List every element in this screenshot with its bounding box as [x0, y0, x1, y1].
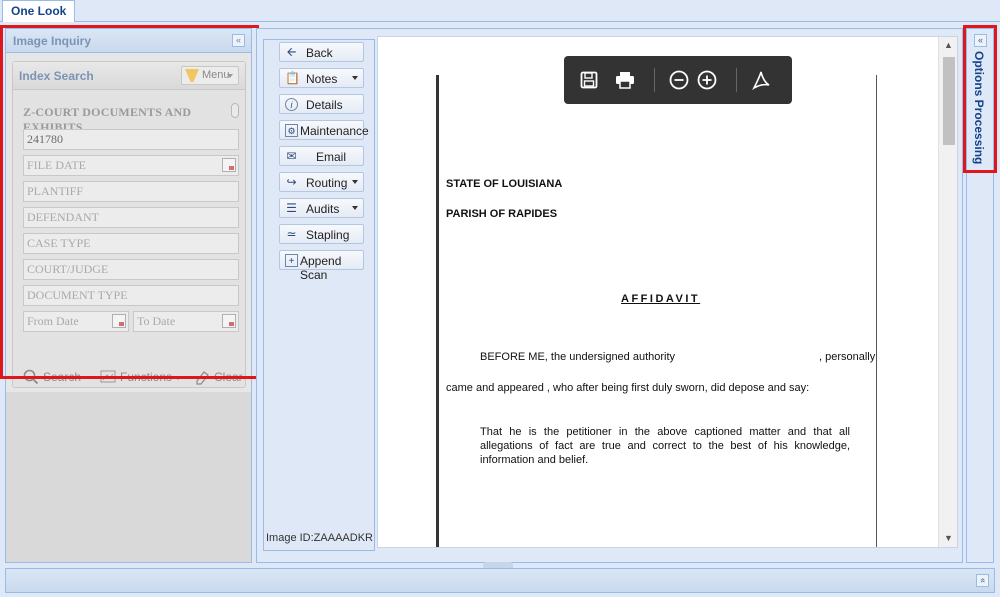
append-scan-icon: + [285, 254, 298, 267]
search-label: Search [43, 370, 82, 384]
toolbar-separator [654, 68, 655, 92]
funnel-icon [185, 69, 199, 82]
to-date-field[interactable]: To Date [133, 311, 239, 332]
audits-label: Audits [306, 202, 340, 216]
back-arrow-icon: 🡨 [286, 45, 297, 59]
email-label: Email [316, 150, 347, 164]
menu-label: Menu [202, 69, 230, 81]
functions-icon [100, 370, 116, 383]
from-date-field[interactable]: From Date [23, 311, 129, 332]
index-search-box: Index Search Menu Z-COURT DOCUMENTS AND … [12, 61, 246, 388]
bottom-panel: » [5, 568, 995, 593]
doc-came: came and appeared , who after being firs… [446, 382, 810, 394]
file-date-field[interactable]: FILE DATE [23, 155, 239, 176]
doc-heading: AFFIDAVIT [621, 293, 701, 305]
image-id-label: Image ID:ZAAAADKR [266, 532, 373, 544]
options-processing-panel[interactable]: « Options Processing [966, 28, 994, 563]
zoom-out-icon[interactable] [668, 68, 690, 92]
chevron-down-icon [352, 206, 358, 210]
image-inquiry-panel: Image Inquiry « Index Search Menu Z-COUR… [5, 28, 252, 563]
options-processing-title[interactable]: Options Processing [972, 51, 986, 164]
back-button[interactable]: 🡨 Back [279, 42, 364, 62]
index-search-title: Index Search [19, 69, 94, 83]
scroll-thumb[interactable] [943, 57, 955, 145]
info-icon: i [285, 98, 298, 111]
defendant-field[interactable]: DEFENDANT [23, 207, 239, 228]
eraser-icon [196, 371, 209, 385]
doc-before: BEFORE ME, the undersigned authority [480, 351, 676, 363]
calendar-icon[interactable] [112, 314, 126, 328]
calendar-icon[interactable] [222, 314, 236, 328]
document-page: STATE OF LOUISIANA PARISH OF RAPIDES AFF… [436, 75, 877, 547]
file-date-placeholder: FILE DATE [27, 158, 86, 172]
scroll-up-icon[interactable]: ▲ [944, 40, 953, 50]
maintenance-button[interactable]: ⚙ Maintenance [279, 120, 369, 140]
envelope-icon: ✉ [286, 149, 297, 163]
toolbar-separator [736, 68, 737, 92]
action-column: 🡨 Back 📋 Notes i Details ⚙ Maintenance ✉… [263, 39, 375, 551]
chevron-down-icon [352, 180, 358, 184]
functions-button[interactable]: Functions [100, 368, 181, 386]
index-search-header: Index Search Menu [13, 62, 245, 90]
calendar-icon[interactable] [222, 158, 236, 172]
vertical-scrollbar[interactable]: ▲ ▼ [938, 37, 957, 547]
tab-one-look[interactable]: One Look [2, 0, 76, 22]
stapling-button[interactable]: ≃ Stapling [279, 224, 364, 244]
panel-title: Image Inquiry [13, 34, 92, 48]
staple-icon: ≃ [286, 227, 297, 241]
image-inquiry-body: Index Search Menu Z-COURT DOCUMENTS AND … [6, 53, 251, 392]
details-button[interactable]: i Details [279, 94, 364, 114]
back-label: Back [306, 46, 333, 60]
doc-personally: , personally [819, 351, 876, 363]
doc-parish: PARISH OF RAPIDES [446, 208, 558, 220]
case-number-field[interactable]: 241780 [23, 129, 239, 150]
chevron-down-icon [175, 376, 181, 380]
print-icon[interactable] [614, 68, 636, 92]
clipboard-icon: 📋 [285, 71, 300, 85]
doc-state: STATE OF LOUISIANA [446, 178, 563, 190]
collapse-left-icon[interactable]: « [232, 34, 245, 47]
functions-label: Functions [120, 370, 173, 384]
top-tab-bar: One Look [0, 0, 1000, 22]
stapling-label: Stapling [306, 228, 350, 242]
chevron-down-icon [352, 76, 358, 80]
expand-right-icon[interactable]: « [974, 34, 987, 47]
email-button[interactable]: ✉ Email [279, 146, 364, 166]
document-type-field[interactable]: DOCUMENT TYPE [23, 285, 239, 306]
search-icon [23, 369, 39, 385]
image-inquiry-header: Image Inquiry « [6, 29, 251, 53]
pdf-icon[interactable] [750, 68, 772, 92]
viewer-toolbar [564, 56, 792, 104]
routing-button[interactable]: ↪ Routing [279, 172, 364, 192]
notes-button[interactable]: 📋 Notes [279, 68, 364, 88]
audit-icon: ☰ [286, 201, 297, 215]
details-label: Details [306, 98, 343, 112]
zoom-in-icon[interactable] [696, 68, 718, 92]
append-scan-button[interactable]: + Append Scan [279, 250, 364, 282]
search-actions: Search Functions Clear [13, 368, 245, 386]
scroll-down-icon[interactable]: ▼ [944, 533, 953, 543]
save-icon[interactable] [578, 68, 600, 92]
routing-icon: ↪ [286, 175, 297, 189]
court-judge-field[interactable]: COURT/JUDGE [23, 259, 239, 280]
append-scan-label: Append Scan [300, 254, 342, 282]
document-panel: 🡨 Back 📋 Notes i Details ⚙ Maintenance ✉… [256, 28, 963, 563]
case-type-field[interactable]: CASE TYPE [23, 233, 239, 254]
clear-label: Clear [214, 370, 243, 384]
attachment-icon[interactable] [231, 103, 239, 118]
to-date-placeholder: To Date [137, 314, 176, 328]
menu-button[interactable]: Menu [181, 66, 239, 85]
audits-button[interactable]: ☰ Audits [279, 198, 364, 218]
chevron-down-icon [227, 74, 233, 78]
routing-label: Routing [306, 176, 348, 190]
maintenance-icon: ⚙ [285, 124, 298, 137]
expand-bottom-icon[interactable]: » [976, 574, 989, 587]
document-viewer[interactable]: STATE OF LOUISIANA PARISH OF RAPIDES AFF… [377, 36, 958, 548]
maintenance-label: Maintenance [300, 124, 369, 138]
from-date-placeholder: From Date [27, 314, 79, 328]
doc-that: That he is the petitioner in the above c… [480, 426, 850, 466]
notes-label: Notes [306, 72, 338, 86]
plantiff-field[interactable]: PLANTIFF [23, 181, 239, 202]
